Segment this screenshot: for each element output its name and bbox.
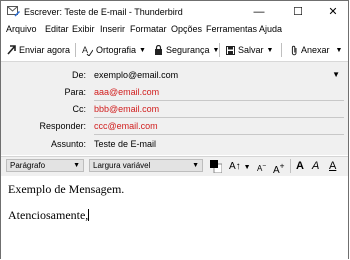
compose-toolbar: Enviar agora A Ortografia ▼ Segurança ▼ … (1, 39, 348, 62)
menu-exibir[interactable]: Exibir (72, 24, 95, 34)
subject-field[interactable]: Teste de E-mail (94, 139, 156, 149)
chevron-down-icon: ▼ (243, 164, 251, 171)
chevron-down-icon[interactable]: ▼ (139, 47, 146, 54)
subject-row: Assunto: Teste de E-mail (1, 136, 348, 153)
compose-icon (7, 6, 20, 17)
send-icon (7, 45, 16, 55)
chevron-down-icon: ▼ (73, 162, 80, 169)
message-body-editor[interactable]: Exemplo de Mensagem. Atenciosamente, (1, 176, 348, 260)
title-bar: Escrever: Teste de E-mail - Thunderbird … (1, 1, 348, 23)
field-divider (94, 134, 344, 135)
italic-icon: A (312, 160, 320, 172)
from-row: De: exemplo@email.com ▼ (1, 67, 348, 84)
floppy-disk-icon (226, 45, 235, 55)
to-label: Para: (64, 87, 86, 97)
reply-to-label: Responder: (39, 121, 86, 131)
body-line: Exemplo de Mensagem. (8, 182, 125, 196)
paperclip-icon (291, 45, 297, 55)
underline-button[interactable]: A (329, 159, 336, 173)
italic-button[interactable]: A (312, 159, 319, 173)
bold-button[interactable]: A (296, 159, 304, 173)
chevron-down-icon: ▼ (192, 162, 199, 169)
spelling-button[interactable]: A Ortografia ▼ (82, 43, 146, 57)
menu-inserir[interactable]: Inserir (100, 24, 125, 34)
body-line: Atenciosamente, (8, 208, 90, 223)
font-size-button[interactable]: A↑ ▼ (229, 159, 251, 173)
spelling-label: Ortografia (96, 45, 137, 55)
menu-arquivo[interactable]: Arquivo (6, 24, 37, 34)
save-button[interactable]: Salvar ▼ (226, 43, 273, 57)
window-title: Escrever: Teste de E-mail - Thunderbird (24, 7, 183, 17)
toolbar-divider (219, 43, 220, 57)
font-select-value: Largura variável (93, 161, 151, 170)
from-label: De: (71, 70, 86, 80)
chevron-down-icon[interactable]: ▼ (332, 70, 340, 79)
paragraph-select-value: Parágrafo (10, 161, 46, 170)
subject-label: Assunto: (50, 139, 86, 149)
save-label: Salvar (238, 45, 264, 55)
text-cursor (88, 209, 90, 221)
menu-ferramentas[interactable]: Ferramentas (206, 24, 257, 34)
security-label: Segurança (166, 45, 210, 55)
cc-row: Cc: bbb@email.com (1, 101, 348, 118)
compose-window: Escrever: Teste de E-mail - Thunderbird … (0, 0, 349, 260)
menu-bar: Arquivo Editar Exibir Inserir Formatar O… (1, 23, 348, 38)
text-color-button[interactable] (208, 159, 223, 174)
decrease-font-button[interactable]: A− (257, 159, 266, 173)
toolbar-divider (290, 159, 291, 173)
send-now-button[interactable]: Enviar agora (7, 43, 70, 57)
message-headers: De: exemplo@email.com ▼ Para: aaa@email.… (1, 62, 348, 155)
cc-field[interactable]: bbb@email.com (94, 104, 159, 114)
lock-icon (155, 45, 162, 55)
font-select[interactable]: Largura variável ▼ (89, 159, 203, 172)
from-field[interactable]: exemplo@email.com (94, 70, 178, 80)
bold-icon: A (296, 160, 304, 172)
security-button[interactable]: Segurança ▼ (154, 43, 219, 57)
toolbar-divider (281, 43, 282, 57)
minimize-button[interactable]: — (241, 1, 277, 23)
svg-text:A: A (82, 45, 88, 55)
text-color-icon (210, 160, 223, 174)
menu-ajuda[interactable]: Ajuda (259, 24, 282, 34)
format-toolbar: Parágrafo ▼ Largura variável ▼ A↑ ▼ A− A+… (1, 156, 348, 177)
menu-opcoes[interactable]: Opções (171, 24, 202, 34)
maximize-button[interactable]: ☐ (280, 1, 316, 23)
attach-label: Anexar (301, 45, 330, 55)
spellcheck-icon: A (82, 45, 93, 56)
chevron-down-icon[interactable]: ▼ (267, 47, 274, 54)
menu-formatar[interactable]: Formatar (130, 24, 167, 34)
decrease-font-icon: A− (257, 162, 267, 173)
paragraph-select[interactable]: Parágrafo ▼ (6, 159, 84, 172)
to-row: Para: aaa@email.com (1, 84, 348, 101)
toolbar-divider (75, 43, 76, 57)
underline-icon: A (329, 160, 337, 172)
reply-to-field[interactable]: ccc@email.com (94, 121, 158, 131)
increase-font-icon: A+ (273, 161, 285, 177)
increase-font-button[interactable]: A+ (273, 159, 285, 177)
to-field[interactable]: aaa@email.com (94, 87, 159, 97)
body-text: Atenciosamente, (8, 208, 89, 222)
send-label: Enviar agora (19, 45, 71, 55)
menu-editar[interactable]: Editar (45, 24, 69, 34)
cc-label: Cc: (72, 104, 87, 114)
close-button[interactable]: ✕ (315, 1, 350, 23)
attach-button[interactable]: Anexar ▼ (291, 43, 342, 57)
chevron-down-icon[interactable]: ▼ (336, 47, 343, 54)
reply-to-row: Responder: ccc@email.com (1, 118, 348, 135)
font-size-icon: A↑ (229, 161, 241, 172)
